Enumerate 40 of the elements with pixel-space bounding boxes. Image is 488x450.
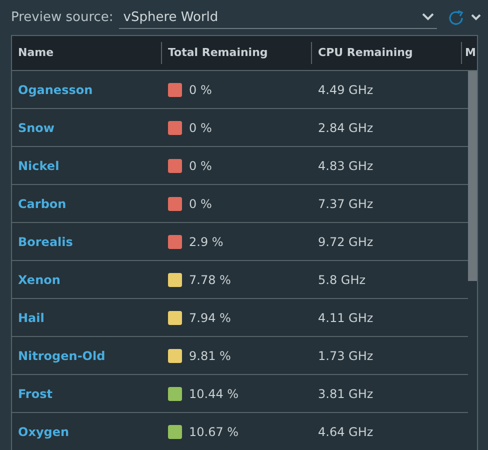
chevron-down-icon	[422, 13, 434, 21]
cpu-remaining: 7.37 GHz	[318, 196, 374, 210]
total-remaining: 0 %	[189, 196, 212, 210]
total-remaining: 0 %	[189, 82, 212, 96]
column-header[interactable]: Total Remaining	[162, 42, 312, 64]
name-link[interactable]: Oganesson	[18, 82, 93, 96]
total-remaining: 7.94 %	[189, 310, 231, 324]
preview-source-select[interactable]: vSphere World	[119, 6, 438, 28]
preview-source-label: Preview source:	[11, 10, 114, 25]
column-header[interactable]: CPU Remaining	[312, 42, 462, 64]
total-remaining: 0 %	[189, 158, 212, 172]
cpu-remaining: 2.84 GHz	[318, 120, 374, 134]
name-link[interactable]: Oxygen	[18, 424, 70, 438]
cpu-remaining: 3.81 GHz	[318, 386, 374, 400]
cpu-remaining: 9.72 GHz	[318, 234, 374, 248]
name-link[interactable]: Nickel	[18, 158, 60, 172]
name-link[interactable]: Carbon	[18, 196, 66, 210]
total-remaining: 10.67 %	[189, 424, 239, 438]
cpu-remaining: 1.73 GHz	[318, 348, 374, 362]
cpu-remaining: 4.49 GHz	[318, 82, 374, 96]
total-remaining: 10.44 %	[189, 386, 239, 400]
cpu-remaining: 5.8 GHz	[318, 272, 366, 286]
name-link[interactable]: Xenon	[18, 272, 60, 286]
column-header[interactable]: Name	[12, 42, 162, 64]
total-remaining: 2.9 %	[189, 234, 224, 248]
caret-down-icon[interactable]	[471, 14, 482, 21]
name-link[interactable]: Hail	[18, 310, 44, 324]
name-link[interactable]: Borealis	[18, 234, 73, 248]
scrollbar-thumb[interactable]	[468, 71, 477, 281]
total-remaining: 7.78 %	[189, 272, 231, 286]
column-header[interactable]: M	[462, 42, 477, 64]
name-link[interactable]: Nitrogen-Old	[18, 348, 106, 362]
cpu-remaining: 4.83 GHz	[318, 158, 374, 172]
refresh-icon[interactable]	[447, 8, 466, 26]
total-remaining: 9.81 %	[189, 348, 231, 362]
name-link[interactable]: Frost	[18, 386, 52, 400]
name-link[interactable]: Snow	[18, 120, 55, 134]
total-remaining: 0 %	[189, 120, 212, 134]
cpu-remaining: 4.64 GHz	[318, 424, 374, 438]
cpu-remaining: 4.11 GHz	[318, 310, 374, 324]
